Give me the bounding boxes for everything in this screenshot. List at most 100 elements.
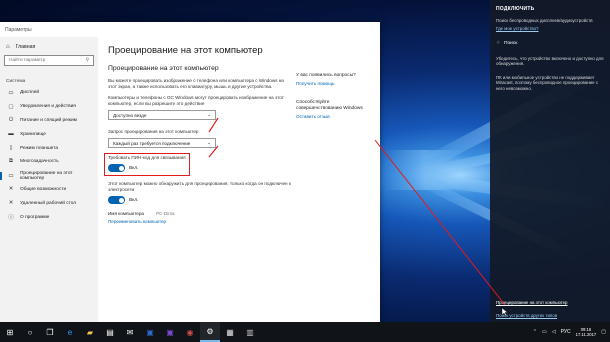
- taskbar-mail[interactable]: ✉: [120, 322, 140, 342]
- notifications-icon: ▢: [8, 103, 14, 110]
- display-icon: ▭: [8, 89, 14, 96]
- side-panel: У вас появились вопросы? Получить помощь…: [296, 73, 376, 119]
- availability-select[interactable]: Доступно везде ⌄: [108, 110, 216, 121]
- searching-row: ⁘ Поиск: [490, 41, 610, 46]
- mail-icon: ✉: [126, 327, 134, 337]
- nav-home-label: Главная: [15, 44, 36, 50]
- language-indicator[interactable]: РУС: [561, 329, 571, 335]
- nav-home[interactable]: ⌂ Главная: [0, 37, 98, 51]
- taskbar-app-3[interactable]: ◉: [180, 322, 200, 342]
- taskbar-app-4[interactable]: ▦: [220, 322, 240, 342]
- nav-item-label: О программе: [20, 214, 50, 220]
- nav-item-multitasking[interactable]: ⧉ Многозадачность: [0, 155, 98, 169]
- edge-icon: e: [67, 327, 73, 337]
- searching-label: Поиск: [504, 40, 518, 46]
- app-icon: ▣: [166, 327, 174, 337]
- app-icon: ▦: [226, 327, 234, 337]
- network-icon[interactable]: ▭: [542, 329, 547, 335]
- about-icon: ⓘ: [8, 215, 14, 222]
- project-to-pc-link[interactable]: Проецирование на этот компьютер: [490, 300, 574, 305]
- nav-item-about[interactable]: ⓘ О программе: [0, 210, 98, 224]
- taskbar-edge[interactable]: e: [60, 322, 80, 342]
- nav-item-label: Многозадачность: [20, 159, 59, 165]
- power-state: Вкл.: [129, 197, 139, 203]
- notifications-icon[interactable]: ▢: [601, 329, 606, 335]
- nav-item-power[interactable]: ⏻ Питание и спящий режим: [0, 114, 98, 128]
- window-title: Параметры: [5, 27, 32, 33]
- cortana-icon: ○: [27, 327, 33, 337]
- availability-value: Доступно везде: [113, 112, 147, 118]
- app-icon: ◉: [186, 327, 194, 337]
- nav-item-shared[interactable]: ✕ Общие возможности: [0, 183, 98, 197]
- storage-icon: ▬: [8, 131, 14, 138]
- taskbar-app-2[interactable]: ▣: [160, 322, 180, 342]
- projecting-icon: ▭: [8, 172, 14, 179]
- chevron-down-icon: ⌄: [207, 112, 211, 118]
- taskbar-store[interactable]: ▤: [100, 322, 120, 342]
- help-link[interactable]: Получить помощь: [296, 81, 376, 86]
- nav-item-label: Питание и спящий режим: [20, 117, 77, 123]
- gear-icon: ⚙: [206, 326, 214, 336]
- nav-item-display[interactable]: ▭ Дисплей: [0, 86, 98, 100]
- settings-window: Параметры ⌂ Главная Найти параметр ⚲ Сис…: [0, 22, 380, 322]
- hint-text-1: Убедитесь, что устройство включено и дос…: [496, 55, 604, 67]
- nav-item-remote[interactable]: ✕ Удаленный рабочий стол: [0, 196, 98, 210]
- task-view-button[interactable]: ❐: [40, 322, 60, 342]
- taskbar: ⊞ ○ ❐ e ▰ ▤ ✉ ▣ ▣ ◉ ⚙ ▦ ▥ ⌃ ▭ ◁ РУС 09:1…: [0, 322, 610, 342]
- chevron-up-icon[interactable]: ⌃: [533, 329, 537, 335]
- system-tray: ⌃ ▭ ◁ РУС 09:16 17.11.2017 ▢: [533, 322, 606, 342]
- search-placeholder: Найти параметр: [9, 58, 46, 63]
- hint-text-2: ПК или мобильное устройство не поддержив…: [496, 74, 598, 91]
- page-title: Проецирование на этот компьютер: [108, 45, 263, 56]
- connect-title: ПОДКЛЮЧИТЬ: [496, 6, 535, 12]
- nav-item-label: Хранилище: [20, 131, 46, 137]
- store-icon: ▤: [106, 327, 114, 337]
- pc-name-value: PC-Dima: [155, 211, 175, 217]
- nav-item-storage[interactable]: ▬ Хранилище: [0, 127, 98, 141]
- nav-item-tablet[interactable]: ▯ Режим планшета: [0, 141, 98, 155]
- section-title: Проецирование на этот компьютер: [108, 65, 219, 72]
- nav-item-label: Режим планшета: [20, 145, 59, 151]
- clock[interactable]: 09:16 17.11.2017: [576, 327, 597, 338]
- pc-name-label: Имя компьютера: [108, 211, 144, 217]
- rename-link[interactable]: Переименовать компьютер: [108, 219, 293, 224]
- power-label: Этот компьютер можно обнаружить для прое…: [108, 181, 291, 193]
- nav-item-label: Общие возможности: [20, 186, 67, 192]
- nav-item-label: Удаленный рабочий стол: [20, 200, 77, 206]
- taskbar-app-5[interactable]: ▥: [240, 322, 260, 342]
- nav-item-projecting[interactable]: ▭ Проецирование на этот компьютер: [0, 169, 98, 183]
- nav-item-label: Уведомления и действия: [20, 104, 76, 110]
- app-icon: ▥: [246, 327, 254, 337]
- connect-panel: ПОДКЛЮЧИТЬ Поиск беспроводных дисплеев/а…: [490, 0, 610, 322]
- search-input[interactable]: Найти параметр ⚲: [4, 55, 94, 66]
- clock-date: 17.11.2017: [575, 332, 597, 337]
- pin-toggle[interactable]: [108, 164, 125, 173]
- main-content: Проецирование на этот компьютер Проециро…: [104, 37, 293, 224]
- start-button[interactable]: ⊞: [0, 322, 20, 342]
- settings-nav: ⌂ Главная Найти параметр ⚲ Система ▭ Дис…: [0, 37, 98, 322]
- pc-name-row: Имя компьютера PC-Dima: [108, 211, 293, 216]
- nav-group-label: Система: [6, 79, 26, 84]
- taskbar-explorer[interactable]: ▰: [80, 322, 100, 342]
- find-other-devices-link[interactable]: Поиск устройств других типов: [490, 313, 563, 318]
- pin-state: Вкл.: [129, 165, 139, 171]
- cortana-button[interactable]: ○: [20, 322, 40, 342]
- request-select[interactable]: Каждый раз требуется подключение ⌄: [108, 138, 216, 149]
- app-icon: ▣: [146, 327, 154, 337]
- nav-item-label: Дисплей: [20, 90, 40, 96]
- nav-item-notifications[interactable]: ▢ Уведомления и действия: [0, 100, 98, 114]
- volume-icon[interactable]: ◁: [552, 329, 556, 335]
- feedback-link[interactable]: Оставить отзыв: [296, 114, 376, 119]
- nav-item-label: Проецирование на этот компьютер: [19, 170, 73, 181]
- pin-highlight-box: Требовать ПИН-код для связывания Вкл.: [104, 153, 190, 177]
- taskbar-app-1[interactable]: ▣: [140, 322, 160, 342]
- intro-text: Вы можете проецировать изображение с тел…: [108, 78, 284, 90]
- question-text: У вас появились вопросы?: [296, 73, 356, 78]
- improve-text: Способствуйте совершенствованию Windows: [296, 100, 363, 111]
- power-toggle[interactable]: [108, 196, 125, 205]
- shared-experiences-icon: ✕: [8, 186, 14, 193]
- search-icon: ⚲: [85, 58, 89, 63]
- where-device-link[interactable]: Где мое устройство?: [490, 26, 610, 31]
- taskbar-settings[interactable]: ⚙: [200, 322, 220, 342]
- tablet-icon: ▯: [9, 145, 13, 152]
